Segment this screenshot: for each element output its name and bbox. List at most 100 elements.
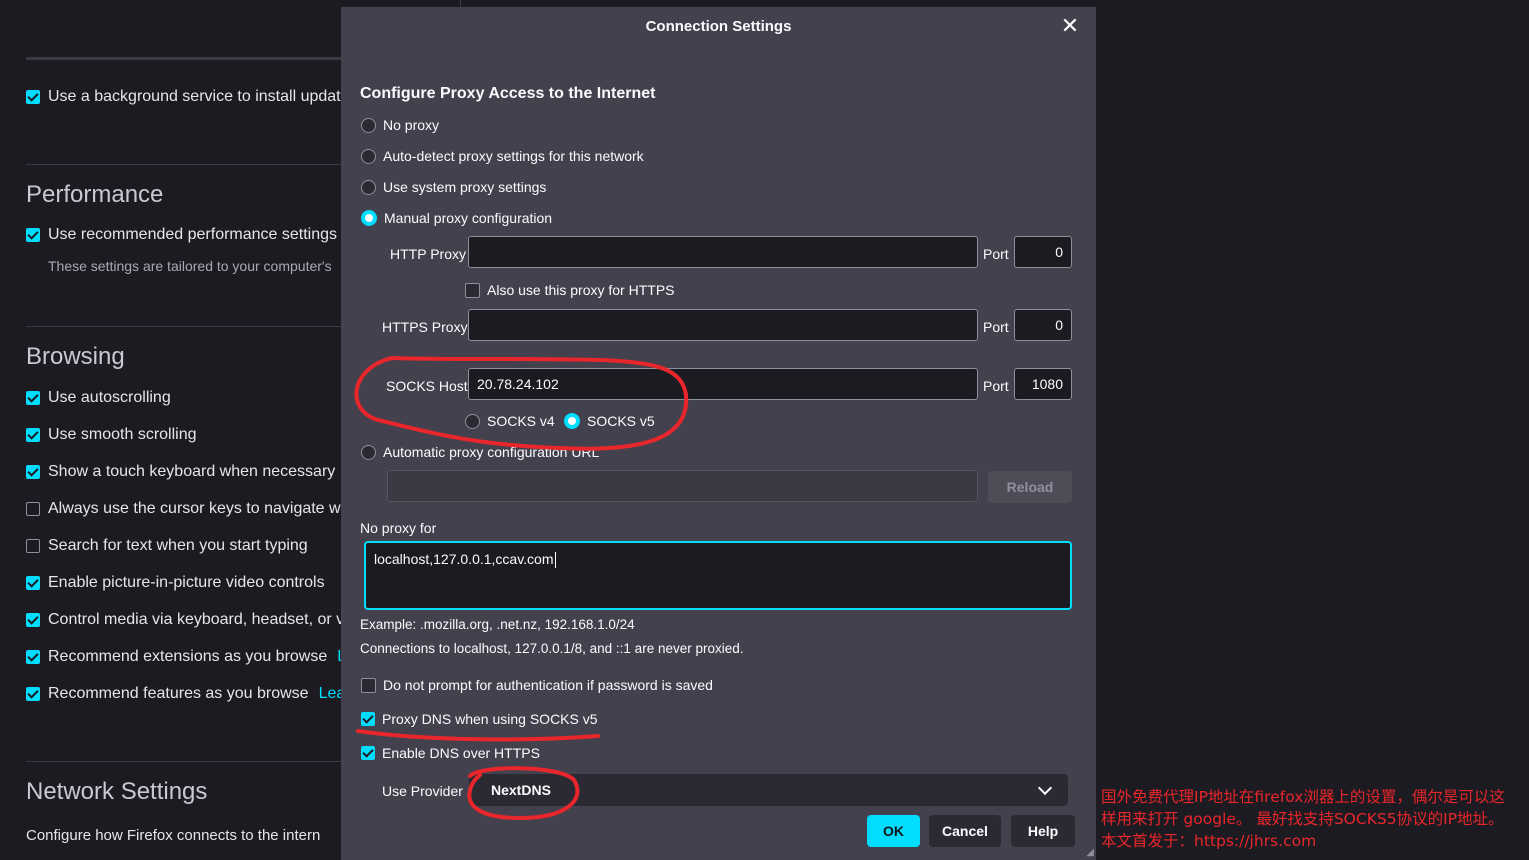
radio-off-icon: [361, 117, 376, 133]
checkbox-checked-icon: [26, 687, 40, 701]
checkbox-checked-icon: [26, 613, 40, 627]
browsing-item[interactable]: Always use the cursor keys to navigate w: [26, 500, 341, 518]
browsing-item[interactable]: Recommend extensions as you browse L: [26, 648, 341, 666]
radio-off-icon: [465, 413, 480, 429]
proxy-dns-checkbox[interactable]: Proxy DNS when using SOCKS v5: [361, 711, 598, 727]
radio-manual-proxy[interactable]: Manual proxy configuration: [361, 210, 552, 226]
browsing-item[interactable]: Control media via keyboard, headset, or …: [26, 611, 341, 629]
annotation-line: 国外免费代理IP地址在firefox浏器上的设置，偶尔是可以这: [1101, 788, 1505, 806]
network-description-text: Configure how Firefox connects to the in…: [26, 827, 321, 844]
radio-label: Automatic proxy configuration URL: [383, 444, 600, 460]
radio-on-icon: [361, 210, 377, 226]
radio-label: Use system proxy settings: [383, 179, 547, 195]
annotation-note: 国外免费代理IP地址在firefox浏器上的设置，偶尔是可以这 样用来打开 go…: [1101, 786, 1525, 852]
never-proxied-text: Connections to localhost, 127.0.0.1/8, a…: [360, 641, 744, 656]
auto-config-url-input[interactable]: [387, 470, 978, 502]
browsing-item[interactable]: Search for text when you start typing: [26, 537, 308, 555]
checkbox-label: Do not prompt for authentication if pass…: [383, 677, 713, 693]
divider: [26, 57, 341, 60]
no-prompt-auth-checkbox[interactable]: Do not prompt for authentication if pass…: [361, 677, 713, 693]
divider: [26, 761, 341, 762]
radio-socks-v4[interactable]: SOCKS v4: [465, 413, 555, 429]
text-caret: [554, 552, 556, 569]
browsing-item[interactable]: Use autoscrolling: [26, 389, 171, 407]
divider: [26, 326, 341, 327]
checkbox-checked-icon: [26, 465, 40, 479]
checkbox-unchecked-icon: [465, 282, 480, 298]
settings-page-background: Use a background service to install upda…: [0, 0, 341, 860]
browsing-item-label: Use autoscrolling: [48, 389, 171, 406]
radio-system-proxy[interactable]: Use system proxy settings: [361, 179, 546, 195]
checkbox-checked-icon: [26, 228, 40, 242]
radio-off-icon: [361, 444, 376, 460]
no-proxy-value: localhost,127.0.0.1,ccav.com: [374, 551, 554, 567]
network-settings-heading: Network Settings: [26, 778, 208, 805]
provider-value: NextDNS: [491, 782, 551, 798]
https-proxy-input[interactable]: [468, 309, 978, 341]
browsing-item[interactable]: Recommend features as you browse Lea: [26, 685, 341, 703]
section-title: Configure Proxy Access to the Internet: [360, 85, 656, 102]
tailored-note: These settings are tailored to your comp…: [48, 258, 332, 274]
browsing-item[interactable]: Enable picture-in-picture video controls: [26, 574, 325, 592]
radio-label: Auto-detect proxy settings for this netw…: [383, 148, 644, 164]
radio-off-icon: [361, 179, 376, 195]
browsing-item-label: Recommend extensions as you browse: [48, 648, 328, 665]
example-text: Example: .mozilla.org, .net.nz, 192.168.…: [360, 617, 635, 632]
annotation-line: 本文首发于：https://jhrs.com: [1101, 832, 1317, 850]
use-recommended-checkbox[interactable]: Use recommended performance settings: [26, 226, 337, 244]
no-proxy-textarea[interactable]: localhost,127.0.0.1,ccav.com: [364, 541, 1072, 610]
ok-button[interactable]: OK: [867, 815, 920, 847]
checkbox-checked-icon: [26, 576, 40, 590]
browsing-item[interactable]: Use smooth scrolling: [26, 426, 197, 444]
http-proxy-label: HTTP Proxy: [390, 246, 466, 262]
help-button[interactable]: Help: [1011, 815, 1075, 847]
checkbox-checked-icon: [26, 428, 40, 442]
checkbox-checked-icon: [26, 391, 40, 405]
browsing-heading: Browsing: [26, 343, 125, 370]
radio-auto-config-url[interactable]: Automatic proxy configuration URL: [361, 444, 599, 460]
http-proxy-input[interactable]: [468, 236, 978, 268]
learn-more-link[interactable]: Lea: [319, 685, 341, 703]
resize-grip-icon[interactable]: ◢: [1086, 847, 1094, 858]
radio-label: SOCKS v4: [487, 413, 555, 429]
no-proxy-for-label: No proxy for: [360, 520, 437, 536]
socks-port-input[interactable]: 1080: [1014, 368, 1072, 400]
http-port-input[interactable]: 0: [1014, 236, 1072, 268]
socks-host-input[interactable]: 20.78.24.102: [468, 368, 978, 400]
radio-label: SOCKS v5: [587, 413, 655, 429]
checkbox-checked-icon: [361, 712, 375, 726]
background-service-label: Use a background service to install upda…: [48, 88, 341, 105]
browsing-item-label: Use smooth scrolling: [48, 426, 197, 443]
socks-host-label: SOCKS Host: [386, 378, 468, 394]
radio-auto-detect[interactable]: Auto-detect proxy settings for this netw…: [361, 148, 644, 164]
use-provider-label: Use Provider: [382, 783, 463, 799]
browsing-item[interactable]: Show a touch keyboard when necessary: [26, 463, 335, 481]
checkbox-label: Enable DNS over HTTPS: [382, 745, 540, 761]
radio-on-icon: [564, 413, 580, 429]
radio-label: Manual proxy configuration: [384, 210, 553, 226]
browsing-item-label: Control media via keyboard, headset, or …: [48, 611, 341, 628]
performance-heading: Performance: [26, 181, 164, 208]
annotation-line: 样用来打开 google。 最好找支持SOCKS5协议的IP地址。: [1101, 810, 1504, 828]
enable-doh-checkbox[interactable]: Enable DNS over HTTPS: [361, 745, 540, 761]
radio-off-icon: [361, 148, 376, 164]
radio-no-proxy[interactable]: No proxy: [361, 117, 439, 133]
port-label: Port: [983, 246, 1009, 262]
also-https-checkbox[interactable]: Also use this proxy for HTTPS: [465, 282, 675, 298]
browsing-item-label: Show a touch keyboard when necessary: [48, 463, 336, 480]
dialog-title: Connection Settings: [645, 18, 792, 35]
browsing-item-label: Always use the cursor keys to navigate w: [48, 500, 341, 517]
cancel-button[interactable]: Cancel: [929, 815, 1001, 847]
https-port-input[interactable]: 0: [1014, 309, 1072, 341]
checkbox-checked-icon: [26, 650, 40, 664]
reload-button[interactable]: Reload: [988, 471, 1072, 503]
radio-socks-v5[interactable]: SOCKS v5: [564, 413, 655, 429]
provider-select[interactable]: NextDNS: [469, 774, 1068, 806]
background-fragment: [460, 0, 581, 7]
checkbox-label: Proxy DNS when using SOCKS v5: [382, 711, 598, 727]
background-service-checkbox[interactable]: Use a background service to install upda…: [26, 88, 341, 106]
browsing-item-label: Enable picture-in-picture video controls: [48, 574, 325, 591]
browsing-item-label: Recommend features as you browse: [48, 685, 309, 702]
browsing-item-label: Search for text when you start typing: [48, 537, 308, 554]
close-icon[interactable]: ✕: [1060, 15, 1080, 37]
